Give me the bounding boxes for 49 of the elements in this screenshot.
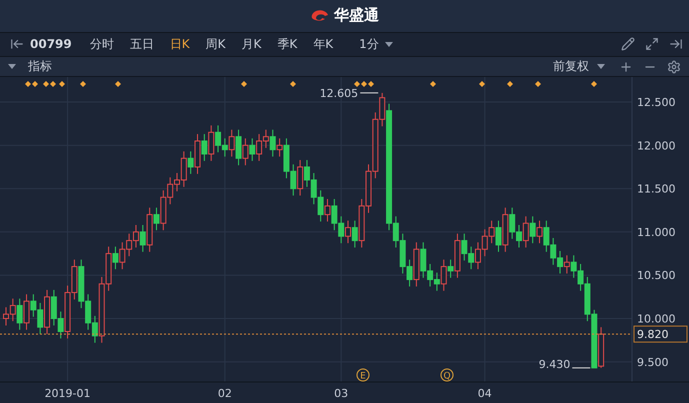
- plus-icon[interactable]: [619, 60, 633, 74]
- period-tab[interactable]: 日K: [162, 36, 198, 53]
- low-price-label: 9.430: [538, 358, 570, 371]
- price-axis-label: 12.500: [637, 96, 676, 110]
- leader-line: [572, 367, 591, 368]
- date-axis-label: 2019-01: [44, 387, 91, 400]
- event-diamond-icon[interactable]: [290, 81, 296, 88]
- period-tab[interactable]: 分时: [82, 36, 122, 53]
- date-axis-label: 04: [478, 387, 492, 400]
- event-marker[interactable]: Q: [440, 368, 454, 382]
- event-diamond-icon[interactable]: [241, 81, 247, 88]
- high-price-label: 12.605: [320, 86, 358, 100]
- collapse-left-icon[interactable]: [10, 37, 24, 52]
- expand-icon[interactable]: [645, 37, 659, 52]
- indicator-label[interactable]: 指标: [28, 58, 52, 76]
- pencil-icon[interactable]: [621, 37, 635, 52]
- price-axis-label: 9.500: [637, 356, 668, 369]
- caret-icon: [8, 64, 16, 70]
- interval-dropdown[interactable]: 1分: [357, 36, 395, 53]
- brand-name: 华盛通: [334, 6, 379, 26]
- caret-icon: [384, 42, 393, 47]
- current-price-label: 9.820: [637, 328, 668, 342]
- price-axis-label: 11.500: [637, 182, 676, 196]
- event-diamond-icon[interactable]: [591, 81, 597, 88]
- caret-icon: [597, 64, 605, 70]
- adjustment-dropdown[interactable]: 前复权: [553, 58, 605, 76]
- price-axis-label: 12.000: [637, 139, 676, 152]
- period-tab[interactable]: 五日: [122, 36, 162, 53]
- period-tab[interactable]: 月K: [234, 36, 270, 53]
- settings-icon[interactable]: [667, 60, 681, 74]
- date-axis-label: 02: [218, 387, 232, 400]
- event-marker[interactable]: E: [356, 368, 370, 382]
- event-diamond-icon[interactable]: [80, 81, 86, 88]
- event-diamond-icon[interactable]: [507, 81, 513, 88]
- period-tab[interactable]: 年K: [305, 36, 342, 53]
- exit-right-icon[interactable]: [669, 37, 683, 52]
- stock-code: 00799: [30, 37, 72, 52]
- period-tab[interactable]: 周K: [198, 36, 234, 53]
- logo-icon: [310, 8, 330, 23]
- period-tab[interactable]: 季K: [269, 36, 306, 53]
- price-axis-label: 11.000: [637, 226, 676, 239]
- event-diamond-icon[interactable]: [479, 81, 485, 88]
- event-diamond-icon[interactable]: [430, 81, 436, 88]
- leader-line: [360, 92, 379, 94]
- date-axis-label: 03: [334, 387, 348, 400]
- event-diamond-icon[interactable]: [535, 81, 541, 88]
- price-axis-label: 10.000: [637, 312, 676, 326]
- price-axis-label: 10.500: [637, 269, 676, 282]
- event-diamond-icon[interactable]: [115, 81, 121, 88]
